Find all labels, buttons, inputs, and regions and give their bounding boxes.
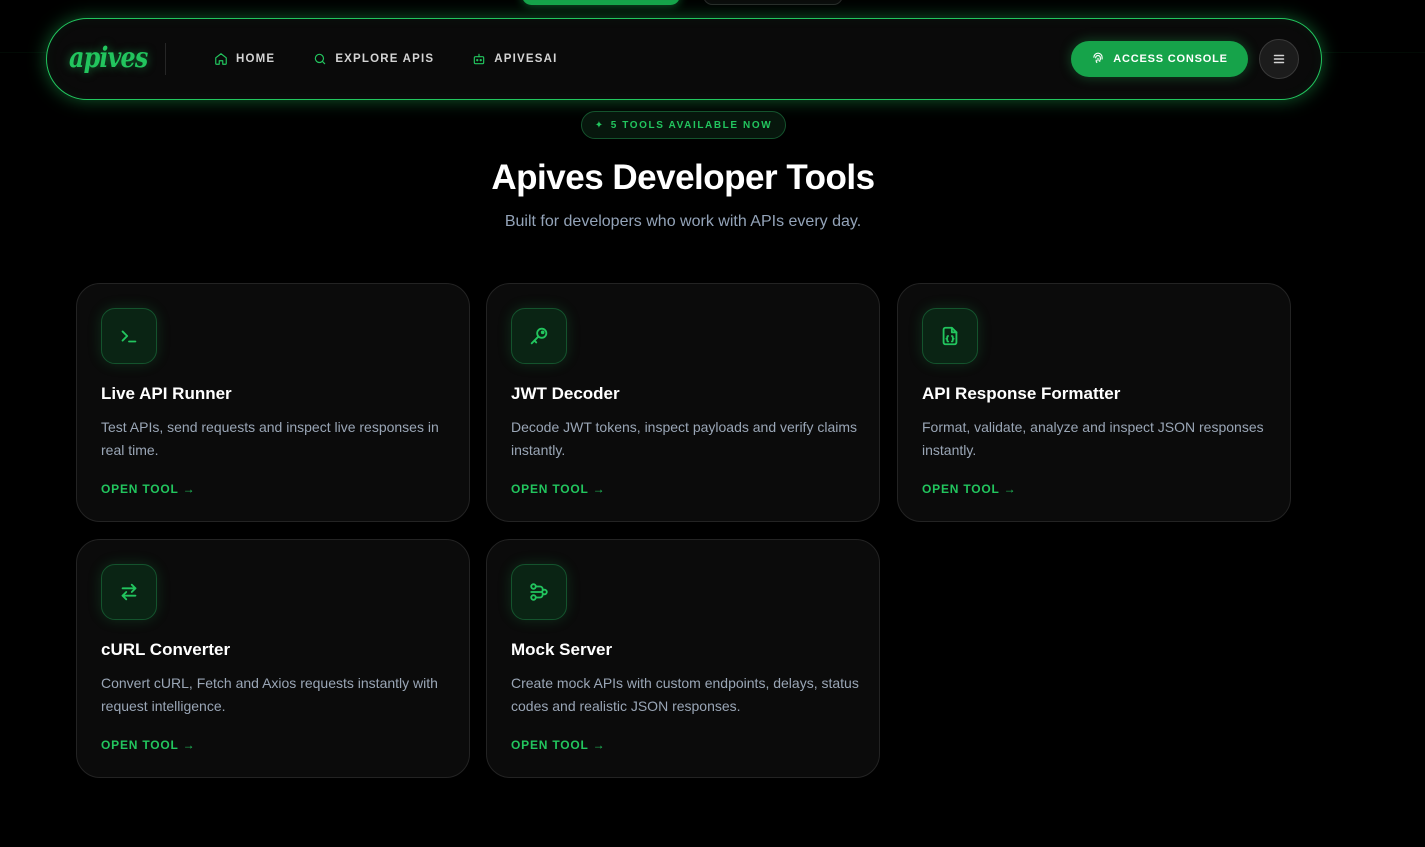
workflow-icon [511, 564, 567, 620]
logo[interactable]: apives [69, 41, 148, 74]
access-console-label: ACCESS CONSOLE [1113, 53, 1228, 65]
fingerprint-icon [1091, 52, 1105, 66]
hamburger-icon [1273, 54, 1285, 64]
nav-link-explore-apis[interactable]: EXPLORE APIS [313, 52, 434, 66]
nav-links: HOME EXPLORE APIS APIVESAI [214, 19, 596, 99]
tool-title: Mock Server [511, 640, 613, 659]
tool-description: Convert cURL, Fetch and Axios requests i… [101, 675, 438, 714]
tool-title: API Response Formatter [922, 384, 1121, 403]
open-tool-link[interactable]: OPEN TOOL → [511, 738, 605, 752]
tools-available-badge: ✦ 5 TOOLS AVAILABLE NOW [581, 111, 786, 139]
home-icon [214, 52, 228, 66]
peek-pill-green [522, 0, 680, 5]
tool-description: Format, validate, analyze and inspect JS… [922, 419, 1264, 458]
robot-icon [472, 52, 486, 66]
page-title: Apives Developer Tools [491, 158, 875, 197]
tool-card-live-api-runner[interactable]: Live API Runner Test APIs, send requests… [76, 283, 470, 522]
key-icon [511, 308, 567, 364]
terminal-icon [101, 308, 157, 364]
tool-card-jwt-decoder[interactable]: JWT Decoder Decode JWT tokens, inspect p… [486, 283, 880, 522]
tool-card-mock-server[interactable]: Mock Server Create mock APIs with custom… [486, 539, 880, 778]
open-tool-link[interactable]: OPEN TOOL → [922, 482, 1016, 496]
nav-link-apivesai[interactable]: APIVESAI [472, 52, 557, 66]
badge-label: 5 TOOLS AVAILABLE NOW [610, 119, 773, 131]
peek-pill-dark [703, 0, 843, 5]
tool-title: JWT Decoder [511, 384, 620, 403]
tool-card-api-response-formatter[interactable]: API Response Formatter Format, validate,… [897, 283, 1291, 522]
json-file-icon [922, 308, 978, 364]
tool-description: Decode JWT tokens, inspect payloads and … [511, 419, 858, 458]
tool-description: Test APIs, send requests and inspect liv… [101, 419, 439, 458]
tool-card-curl-converter[interactable]: cURL Converter Convert cURL, Fetch and A… [76, 539, 470, 778]
open-tool-link[interactable]: OPEN TOOL → [101, 482, 195, 496]
tool-title: Live API Runner [101, 384, 232, 403]
open-tool-link[interactable]: OPEN TOOL → [101, 738, 195, 752]
navbar: apives HOME EXPLORE APIS APIVESAI ACCESS… [46, 18, 1322, 100]
nav-link-label: EXPLORE APIS [335, 53, 435, 65]
search-icon [313, 52, 327, 66]
menu-button[interactable] [1259, 39, 1299, 79]
access-console-button[interactable]: ACCESS CONSOLE [1071, 41, 1248, 77]
page-subtitle: Built for developers who work with APIs … [504, 213, 862, 230]
swap-arrows-icon [101, 564, 157, 620]
nav-link-label: APIVESAI [494, 53, 558, 65]
nav-link-home[interactable]: HOME [214, 52, 275, 66]
tool-title: cURL Converter [101, 640, 231, 659]
open-tool-link[interactable]: OPEN TOOL → [511, 482, 605, 496]
nav-link-label: HOME [236, 53, 276, 65]
tool-description: Create mock APIs with custom endpoints, … [511, 675, 859, 714]
nav-divider [165, 43, 166, 75]
sparkle-icon: ✦ [594, 119, 605, 131]
